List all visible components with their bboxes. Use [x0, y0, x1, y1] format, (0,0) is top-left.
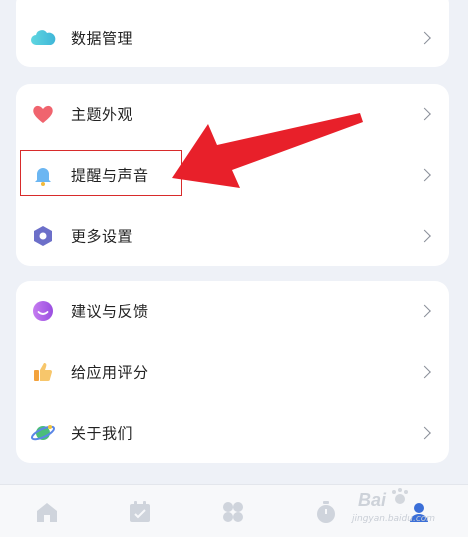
settings-item-label: 关于我们	[71, 424, 134, 443]
settings-item-about-us[interactable]: 关于我们	[16, 403, 449, 463]
settings-item-theme[interactable]: 主题外观	[16, 84, 449, 144]
hexagon-gear-icon	[34, 226, 52, 246]
cloud-icon	[31, 30, 56, 45]
chevron-right-icon	[418, 426, 431, 440]
settings-item-label: 数据管理	[71, 29, 134, 48]
settings-item-rate-app[interactable]: 给应用评分	[16, 342, 449, 402]
planet-icon	[30, 425, 56, 441]
apps-icon[interactable]	[220, 499, 246, 525]
chevron-right-icon	[418, 229, 431, 243]
settings-item-more-settings[interactable]: 更多设置	[16, 206, 449, 266]
settings-item-label: 更多设置	[71, 227, 134, 246]
chevron-right-icon	[418, 168, 431, 182]
highlight-box	[20, 150, 182, 196]
chevron-right-icon	[418, 107, 431, 121]
heart-icon	[33, 105, 53, 123]
home-icon[interactable]	[34, 499, 60, 525]
thumbs-up-icon	[34, 363, 52, 381]
baidu-paw-logo: Bai	[358, 488, 408, 510]
settings-item-feedback[interactable]: 建议与反馈	[16, 281, 449, 341]
watermark-text: jingyan.baidu.com	[352, 514, 436, 524]
chevron-right-icon	[418, 31, 431, 45]
chat-bubble-icon	[33, 301, 53, 321]
settings-item-label: 给应用评分	[71, 363, 149, 382]
settings-item-data-management[interactable]: 数据管理	[16, 8, 449, 68]
svg-text:Bai: Bai	[358, 490, 387, 510]
watermark: Bai jingyan.baidu.com	[348, 486, 460, 530]
settings-group-about: 建议与反馈 给应用评分 关于我们	[16, 281, 449, 463]
calendar-icon[interactable]	[127, 499, 153, 525]
chevron-right-icon	[418, 365, 431, 379]
timer-icon[interactable]	[313, 499, 339, 525]
settings-group-data: 数据管理	[16, 0, 449, 67]
settings-item-label: 主题外观	[71, 105, 134, 124]
chevron-right-icon	[418, 304, 431, 318]
settings-item-label: 建议与反馈	[71, 302, 149, 321]
